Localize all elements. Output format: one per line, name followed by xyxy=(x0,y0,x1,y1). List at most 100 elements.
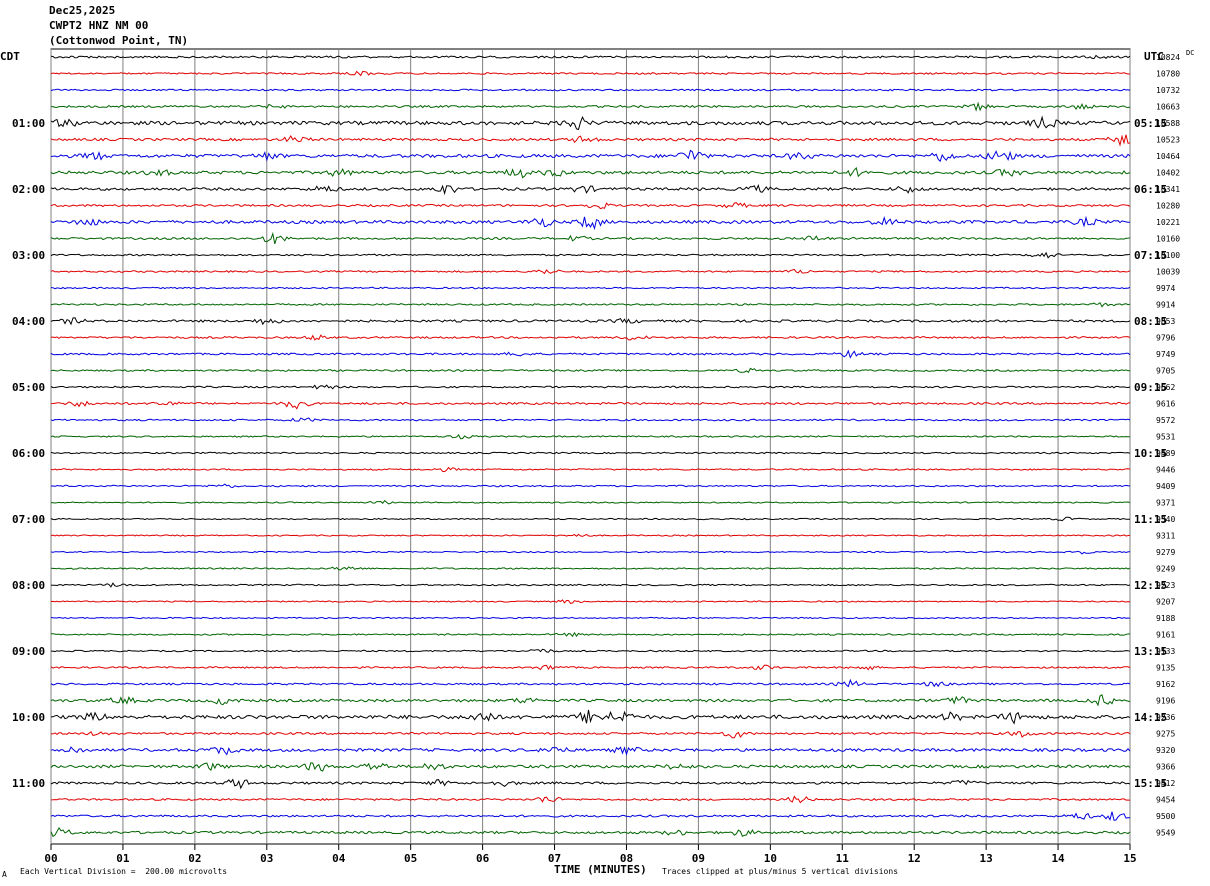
left-hour-label-10: 10:00 xyxy=(12,711,45,724)
right-hour-label-8: 12:15 xyxy=(1134,579,1167,592)
dc-offset-label-18: 9796 xyxy=(1156,334,1175,343)
seismic-trace-9 xyxy=(50,183,1131,196)
seismic-trace-15 xyxy=(50,286,1131,290)
right-hour-label-10: 14:15 xyxy=(1134,711,1167,724)
seismic-trace-47 xyxy=(50,811,1131,822)
dc-offset-label-34: 9207 xyxy=(1156,598,1175,607)
seismic-trace-8 xyxy=(50,167,1131,179)
x-tick-label-05: 05 xyxy=(404,852,417,865)
dc-offset-label-44: 9366 xyxy=(1156,763,1175,772)
seismic-trace-41 xyxy=(50,709,1131,725)
left-hour-label-9: 09:00 xyxy=(12,645,45,658)
right-hour-label-4: 08:15 xyxy=(1134,315,1167,328)
dc-offset-label-31: 9279 xyxy=(1156,548,1175,557)
dc-offset-label-22: 9616 xyxy=(1156,400,1175,409)
corner-mark: A xyxy=(2,870,7,879)
x-tick-label-06: 06 xyxy=(476,852,490,865)
right-hour-label-5: 09:15 xyxy=(1134,381,1167,394)
helicorder-chart: 00 01 02 03 04 05 06 07 08 09 10 11 12 13 14 15 1082410… xyxy=(12,48,1180,865)
right-hour-label-6: 10:15 xyxy=(1134,447,1167,460)
dc-offset-label-2: 10780 xyxy=(1156,70,1180,79)
seismic-trace-44 xyxy=(50,762,1131,772)
time-axis: 00 01 02 03 04 05 06 07 08 09 10 11 12 13 14 15 xyxy=(44,844,1137,865)
seismic-trace-11 xyxy=(50,215,1130,231)
dc-offset-label-26: 9446 xyxy=(1156,466,1175,475)
x-tick-label-12: 12 xyxy=(908,852,921,865)
x-tick-label-01: 01 xyxy=(116,852,130,865)
seismic-trace-1 xyxy=(50,54,1131,60)
dc-offset-label-30: 9311 xyxy=(1156,532,1175,541)
seismic-trace-32 xyxy=(50,566,1131,571)
seismic-trace-12 xyxy=(50,231,1131,245)
seismic-trace-29 xyxy=(50,516,1131,522)
dc-offset-label-39: 9162 xyxy=(1156,680,1175,689)
seismic-trace-28 xyxy=(50,499,1131,505)
seismic-trace-17 xyxy=(50,317,1131,326)
left-hour-label-8: 08:00 xyxy=(12,579,45,592)
dc-offset-label-42: 9275 xyxy=(1156,730,1175,739)
scale-note: Each Vertical Division = 200.00 microvol… xyxy=(20,867,228,876)
seismic-trace-7 xyxy=(50,149,1131,163)
seismic-trace-20 xyxy=(50,367,1131,374)
left-hour-label-7: 07:00 xyxy=(12,513,45,526)
x-tick-label-00: 00 xyxy=(44,852,57,865)
right-hour-label-11: 15:15 xyxy=(1134,777,1167,790)
minute-grid xyxy=(50,49,1131,844)
left-hour-label-4: 04:00 xyxy=(12,315,45,328)
x-axis-title: TIME (MINUTES) xyxy=(554,863,647,876)
dc-offset-label-46: 9454 xyxy=(1156,796,1175,805)
left-hour-label-5: 05:00 xyxy=(12,381,45,394)
dc-offset-label-11: 10221 xyxy=(1156,218,1180,227)
seismic-trace-48 xyxy=(50,826,1131,838)
seismic-trace-10 xyxy=(50,202,1131,210)
dc-offset-label-10: 10280 xyxy=(1156,202,1180,211)
dc-offset-label-36: 9161 xyxy=(1156,631,1175,640)
x-tick-label-11: 11 xyxy=(836,852,850,865)
dc-offset-label-7: 10464 xyxy=(1156,152,1180,161)
dc-offset-label-6: 10523 xyxy=(1156,136,1180,145)
seismic-trace-35 xyxy=(50,616,1131,620)
dc-offset-label-48: 9549 xyxy=(1156,829,1175,838)
dc-offset-label-19: 9749 xyxy=(1156,350,1175,359)
seismic-trace-42 xyxy=(50,731,1131,739)
seismic-trace-38 xyxy=(50,664,1131,671)
dc-offset-label-4: 10663 xyxy=(1156,103,1180,112)
right-hour-label-2: 06:15 xyxy=(1134,183,1167,196)
seismic-trace-45 xyxy=(50,778,1131,790)
seismic-trace-25 xyxy=(50,451,1131,455)
x-tick-label-03: 03 xyxy=(260,852,273,865)
left-hour-label-3: 03:00 xyxy=(12,249,45,262)
right-hour-label-1: 05:15 xyxy=(1134,117,1167,130)
x-tick-label-10: 10 xyxy=(764,852,777,865)
right-hour-label-3: 07:15 xyxy=(1134,249,1167,262)
seismic-trace-5 xyxy=(50,115,1131,131)
dc-offset-label-35: 9188 xyxy=(1156,614,1175,623)
dc-offset-label-1: 10824 xyxy=(1156,53,1180,62)
seismic-trace-36 xyxy=(51,631,1131,638)
seismic-trace-40 xyxy=(50,694,1131,707)
seismic-trace-24 xyxy=(50,434,1130,440)
dc-offset-label-20: 9705 xyxy=(1156,367,1175,376)
seismic-trace-4 xyxy=(51,101,1131,112)
dc-offset-label-43: 9320 xyxy=(1156,746,1175,755)
dc-offset-label-14: 10039 xyxy=(1156,268,1180,277)
dc-offset-label-32: 9249 xyxy=(1156,565,1175,574)
seismic-trace-39 xyxy=(50,678,1131,688)
dc-offset-label-12: 10160 xyxy=(1156,235,1180,244)
dc-offset-label-28: 9371 xyxy=(1156,499,1175,508)
seismic-trace-31 xyxy=(50,550,1131,555)
dc-offset-label-3: 10732 xyxy=(1156,86,1180,95)
clip-note: Traces clipped at plus/minus 5 vertical … xyxy=(662,867,899,876)
dc-offset-label-47: 9500 xyxy=(1156,812,1175,821)
dc-offset-label-16: 9914 xyxy=(1156,301,1175,310)
seismic-trace-46 xyxy=(50,795,1131,804)
seismic-trace-26 xyxy=(50,466,1131,473)
seismic-trace-37 xyxy=(51,648,1131,653)
x-tick-label-14: 14 xyxy=(1051,852,1065,865)
seismic-trace-43 xyxy=(50,746,1131,756)
plot-frame xyxy=(50,48,1131,845)
left-hour-label-6: 06:00 xyxy=(12,447,45,460)
left-hour-label-1: 01:00 xyxy=(12,117,45,130)
seismic-trace-27 xyxy=(50,483,1131,489)
seismic-trace-18 xyxy=(50,334,1131,341)
